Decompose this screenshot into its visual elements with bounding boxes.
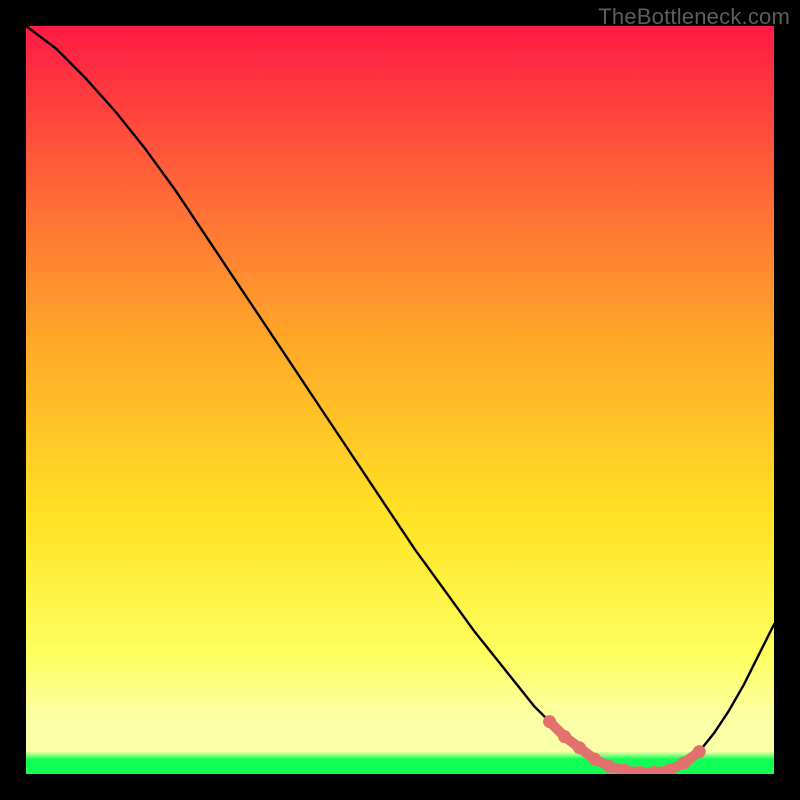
optimum-marker-dot <box>543 715 556 728</box>
optimum-marker-dot <box>573 741 586 754</box>
chart-svg <box>26 26 774 774</box>
optimum-marker-dot <box>603 760 616 773</box>
optimum-marker-dot <box>558 730 571 743</box>
optimum-marker-dot <box>588 753 601 766</box>
optimum-marker-dot <box>678 756 691 769</box>
plot-area <box>26 26 774 774</box>
watermark-text: TheBottleneck.com <box>598 4 790 30</box>
optimum-marker-dot <box>693 745 706 758</box>
chart-frame: TheBottleneck.com <box>0 0 800 800</box>
